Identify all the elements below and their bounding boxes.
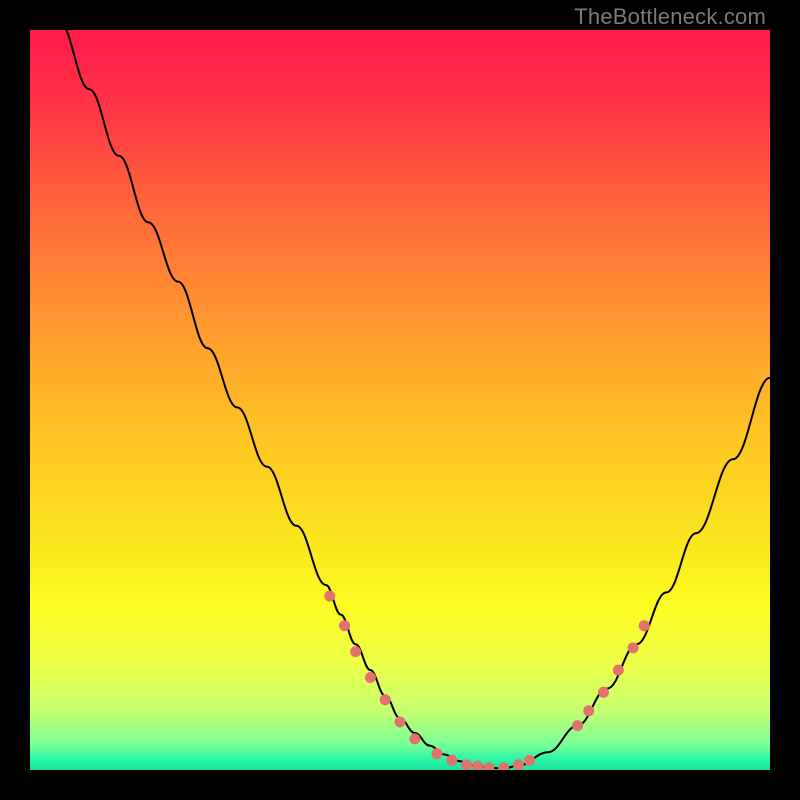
branding-text: TheBottleneck.com — [574, 4, 766, 30]
data-marker — [365, 673, 375, 683]
data-marker — [351, 647, 361, 657]
data-marker — [525, 755, 535, 765]
plot-area — [30, 30, 770, 770]
data-marker — [639, 621, 649, 631]
data-marker — [513, 760, 523, 770]
curve-path — [30, 30, 770, 769]
data-marker — [599, 687, 609, 697]
data-marker — [473, 761, 483, 770]
data-marker — [628, 643, 638, 653]
data-marker — [462, 760, 472, 770]
data-marker — [584, 706, 594, 716]
data-marker — [432, 749, 442, 759]
data-marker — [573, 721, 583, 731]
data-marker — [484, 763, 494, 770]
data-marker — [395, 717, 405, 727]
data-marker — [325, 591, 335, 601]
data-marker — [613, 665, 623, 675]
chart-frame: TheBottleneck.com — [0, 0, 800, 800]
data-marker — [340, 621, 350, 631]
data-marker — [380, 695, 390, 705]
bottleneck-curve — [30, 30, 770, 770]
data-marker — [410, 734, 420, 744]
data-marker — [447, 755, 457, 765]
data-marker — [499, 763, 509, 770]
